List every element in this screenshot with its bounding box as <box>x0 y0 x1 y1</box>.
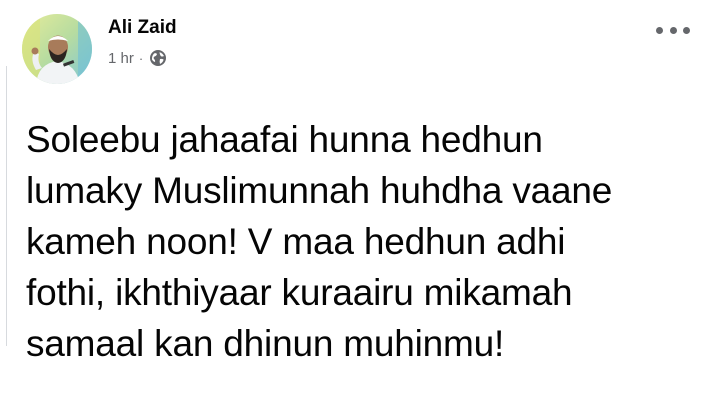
timestamp[interactable]: 1 hr <box>108 50 134 67</box>
separator-dot: · <box>138 50 144 66</box>
post-meta: 1 hr · <box>108 49 167 67</box>
post-text-line: lumaky Muslimunnah huhdha vaane <box>26 170 613 211</box>
avatar[interactable] <box>22 14 92 84</box>
globe-icon[interactable] <box>149 49 167 67</box>
more-dot <box>683 26 690 34</box>
more-dot <box>669 26 677 34</box>
post-text-line: fothi, ikhthiyaar kuraairu mikamah <box>26 272 573 313</box>
post-text-line: kameh noon! V maa hedhun adhi <box>26 221 566 262</box>
facebook-post: Ali Zaid 1 hr · Soleebu jahaafai hunna h… <box>0 0 720 418</box>
post-text-line: samaal kan dhinun muhinmu! <box>26 323 505 364</box>
divider <box>6 66 7 346</box>
avatar-photo <box>22 14 92 84</box>
more-dot <box>656 26 663 34</box>
more-options-icon[interactable] <box>654 20 692 40</box>
post-text-line: Soleebu jahaafai hunna hedhun <box>26 119 543 160</box>
post-text: Soleebu jahaafai hunna hedhun lumaky Mus… <box>26 114 706 369</box>
author-name[interactable]: Ali Zaid <box>108 17 177 39</box>
